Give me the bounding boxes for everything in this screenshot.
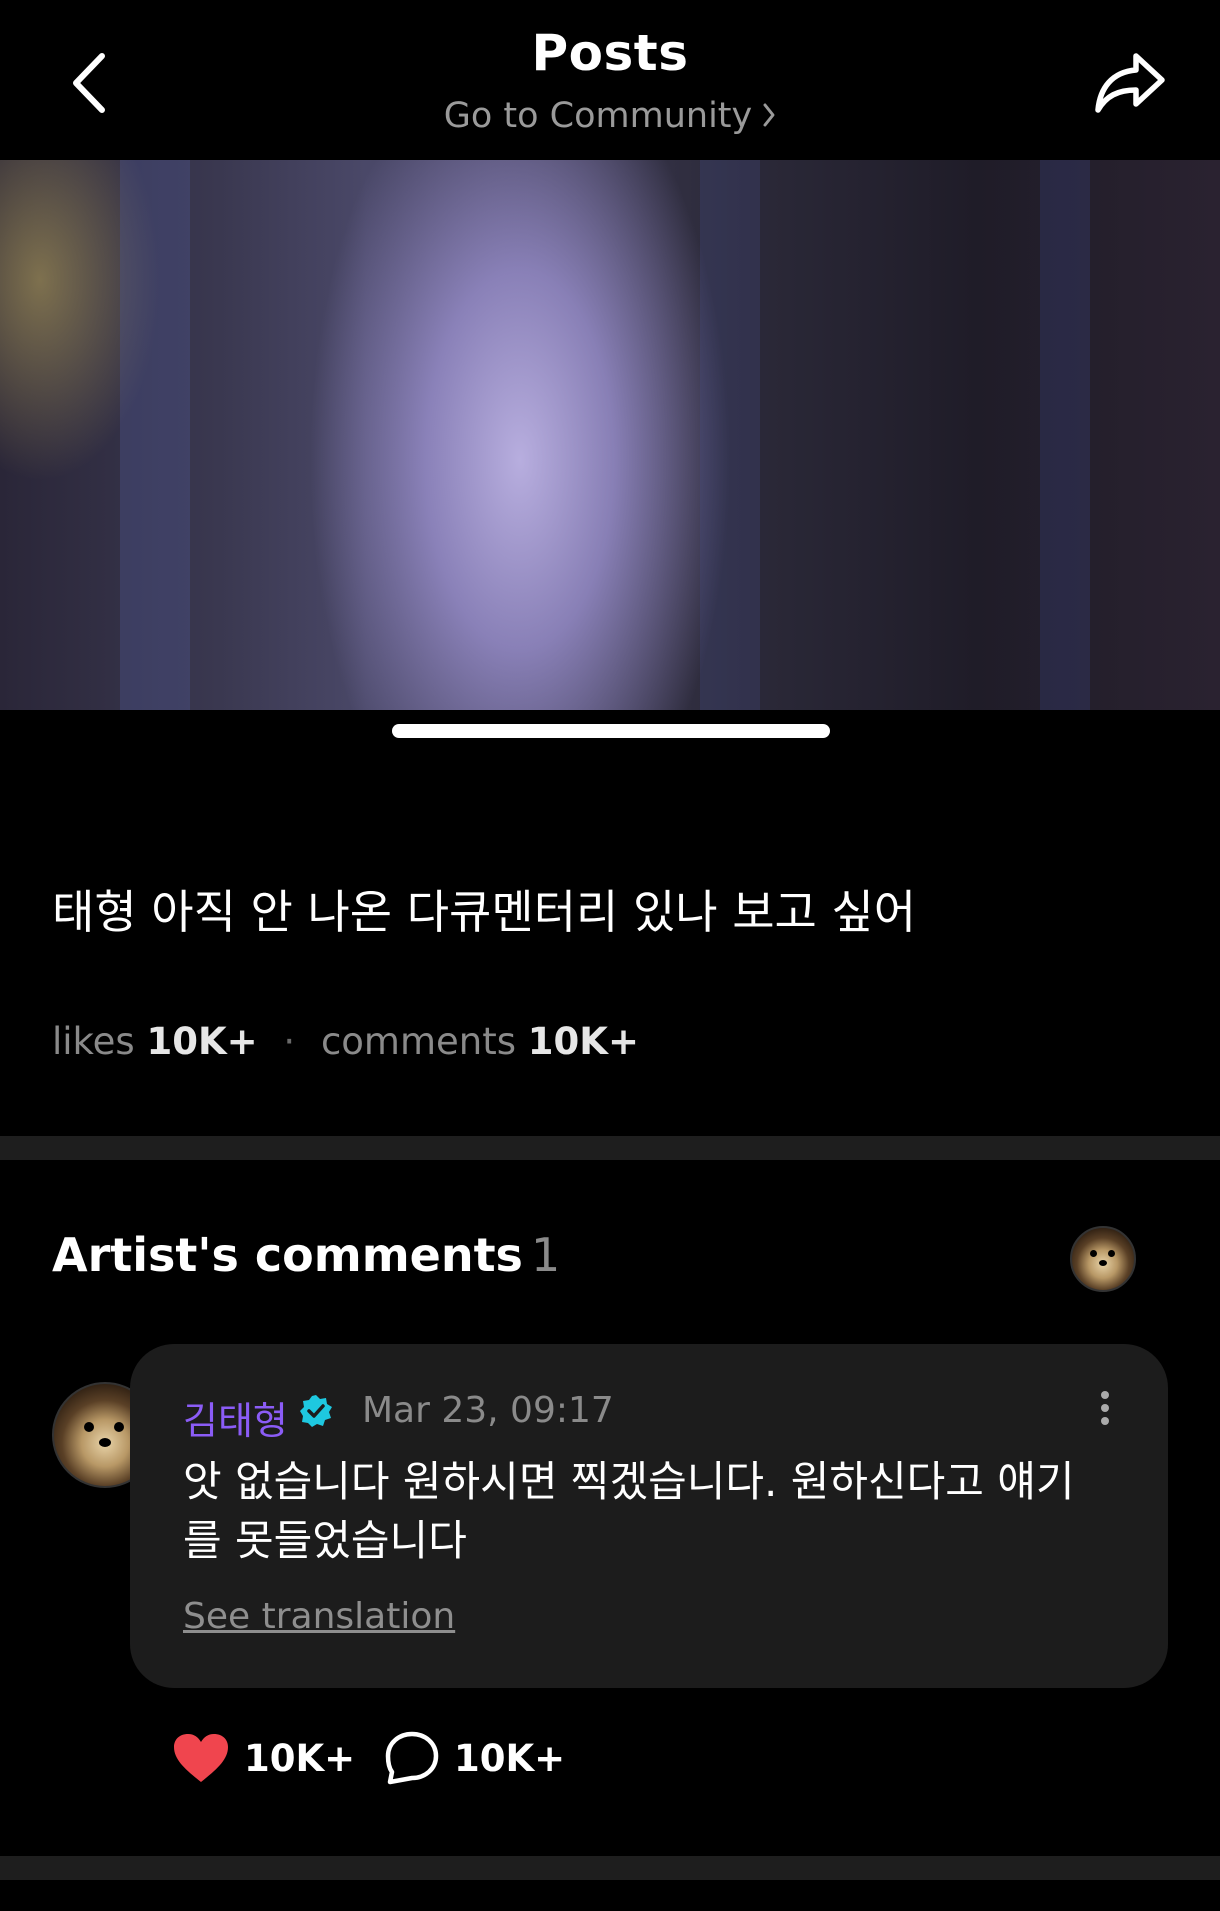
artist-comments-count: 1 [530,1228,561,1282]
likes-count: 10K+ [146,1020,258,1063]
section-divider [0,1856,1220,1880]
reply-count: 10K+ [454,1736,566,1780]
post-media-image[interactable] [0,160,1220,710]
comment-timestamp: Mar 23, 09:17 [362,1390,614,1431]
avatar-nose [99,1438,111,1447]
post-stats: likes 10K+ · comments 10K+ [52,1020,639,1063]
avatar-eye [1108,1250,1115,1257]
like-button[interactable]: 10K+ [172,1728,355,1788]
more-vertical-icon [1101,1417,1109,1425]
media-shade [120,160,190,710]
comments-label: comments [320,1020,517,1063]
avatar-nose [1099,1260,1107,1266]
media-shade [1040,160,1090,710]
page-title: Posts [531,24,689,82]
artist-avatar-small[interactable] [1070,1226,1136,1292]
avatar-eye [84,1422,94,1432]
likes-label: likes [52,1020,135,1063]
artist-comments-title: Artist's comments [52,1228,523,1282]
heart-icon [174,1734,228,1782]
avatar-eye [1090,1250,1097,1257]
see-translation-link[interactable]: See translation [183,1596,455,1637]
artist-comments-heading: Artist's comments 1 [52,1228,560,1282]
avatar-eye [114,1422,124,1432]
media-shade [700,160,760,710]
share-button[interactable] [1085,45,1175,120]
post-text: 태형 아직 안 나온 다큐멘터리 있나 보고 싶어 [52,885,917,939]
comment-author-name[interactable]: 김태형 [183,1390,288,1445]
like-count: 10K+ [244,1736,356,1780]
go-to-community-label: Go to Community [443,96,753,136]
separator-dot: · [283,1020,296,1063]
comment-text: 앗 없습니다 원하시면 찍겠습니다. 원하신다고 얘기를 못들었습니다 [183,1457,1075,1565]
top-bar: Posts Go to Community [0,0,1220,160]
reply-button[interactable]: 10K+ [384,1728,565,1788]
more-options-button[interactable] [1090,1386,1120,1436]
artist-comment-card: 김태형 Mar 23, 09:17 앗 없습니다 원하시면 찍겠습니다. 원하신… [130,1344,1168,1688]
chevron-right-icon [762,97,776,137]
comment-bubble-icon [385,1731,439,1785]
comments-count: 10K+ [527,1020,639,1063]
verified-badge-icon [298,1393,334,1433]
more-vertical-icon [1101,1404,1109,1412]
share-arrow-icon [1095,52,1165,113]
media-pager-indicator [392,724,830,738]
section-divider [0,1136,1220,1160]
go-to-community-link[interactable]: Go to Community [0,96,1220,137]
more-vertical-icon [1101,1391,1109,1399]
